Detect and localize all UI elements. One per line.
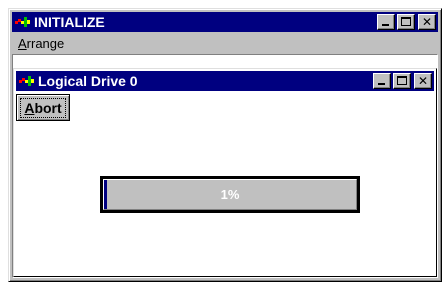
progress-label: 1% xyxy=(220,187,240,202)
app-icon[interactable] xyxy=(19,75,35,87)
initialize-window: INITIALIZE ✕ Arrange Logical Drive 0 ✕ A… xyxy=(8,8,442,282)
child-window-controls: ✕ xyxy=(373,73,432,89)
window-titlebar[interactable]: INITIALIZE ✕ xyxy=(12,12,438,32)
child-window-title: Logical Drive 0 xyxy=(38,73,138,89)
abort-button[interactable]: Abort xyxy=(16,94,70,121)
close-icon[interactable]: ✕ xyxy=(414,73,432,89)
close-icon[interactable]: ✕ xyxy=(418,14,436,30)
menubar: Arrange xyxy=(12,33,438,53)
progress-fill xyxy=(104,180,107,209)
child-titlebar[interactable]: Logical Drive 0 ✕ xyxy=(16,71,434,91)
maximize-icon[interactable] xyxy=(397,14,415,30)
window-title: INITIALIZE xyxy=(34,14,105,30)
abort-label: bort xyxy=(34,99,62,116)
progress-track: 1% xyxy=(103,179,357,210)
mdi-client-area: Logical Drive 0 ✕ Abort 1% xyxy=(12,54,438,278)
minimize-icon[interactable] xyxy=(377,14,395,30)
maximize-icon[interactable] xyxy=(393,73,411,89)
menu-arrange[interactable]: Arrange xyxy=(12,36,70,51)
window-controls: ✕ xyxy=(377,14,436,30)
progress-bar: 1% xyxy=(100,176,360,213)
app-icon[interactable] xyxy=(15,16,31,28)
abort-button-focus: Abort xyxy=(20,97,66,118)
logical-drive-window: Logical Drive 0 ✕ Abort 1% xyxy=(13,68,437,277)
menu-arrange-mnemonic: A xyxy=(18,35,27,51)
menu-arrange-label: rrange xyxy=(26,35,65,51)
abort-mnemonic: A xyxy=(24,99,35,116)
minimize-icon[interactable] xyxy=(373,73,391,89)
